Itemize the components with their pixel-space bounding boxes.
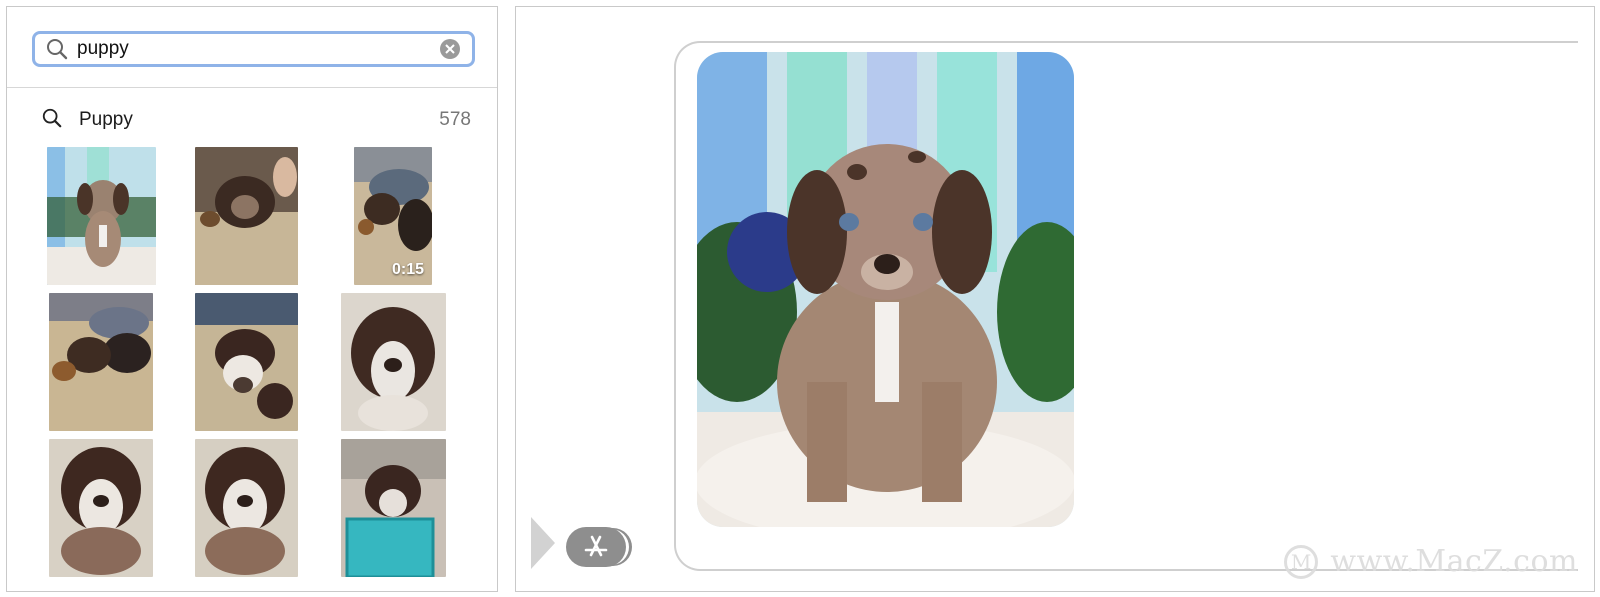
video-thumbnail[interactable]: 0:15 — [354, 147, 432, 285]
attached-photo[interactable] — [697, 52, 1074, 527]
search-icon — [45, 37, 69, 61]
divider — [7, 87, 497, 88]
search-icon — [41, 107, 63, 134]
photo-thumbnail[interactable] — [195, 293, 298, 431]
video-duration: 0:15 — [391, 261, 424, 278]
photo-thumbnail[interactable] — [341, 439, 446, 577]
result-count: 578 — [439, 109, 471, 130]
photo-thumbnail[interactable] — [195, 439, 298, 577]
watermark-text: www.MacZ.com — [1330, 544, 1578, 579]
suggestion-label: Puppy — [79, 109, 133, 130]
photo-search-panel: Puppy 578 — [6, 6, 498, 592]
photo-thumbnail[interactable] — [49, 439, 153, 577]
search-input[interactable] — [77, 35, 440, 63]
message-compose-area — [515, 6, 1595, 592]
watermark-logo-icon: M — [1284, 544, 1319, 579]
expand-arrow-icon[interactable] — [531, 517, 555, 569]
search-suggestion-puppy[interactable]: Puppy 578 — [41, 105, 471, 135]
app-store-icon[interactable] — [566, 527, 626, 567]
photo-thumbnail[interactable] — [47, 147, 156, 285]
photo-thumbnail[interactable] — [341, 293, 446, 431]
search-field[interactable] — [32, 31, 475, 67]
photo-thumbnail[interactable] — [195, 147, 298, 285]
clear-icon[interactable] — [440, 39, 460, 59]
photo-thumbnail[interactable] — [49, 293, 153, 431]
watermark: M www.MacZ.com — [1284, 544, 1578, 579]
